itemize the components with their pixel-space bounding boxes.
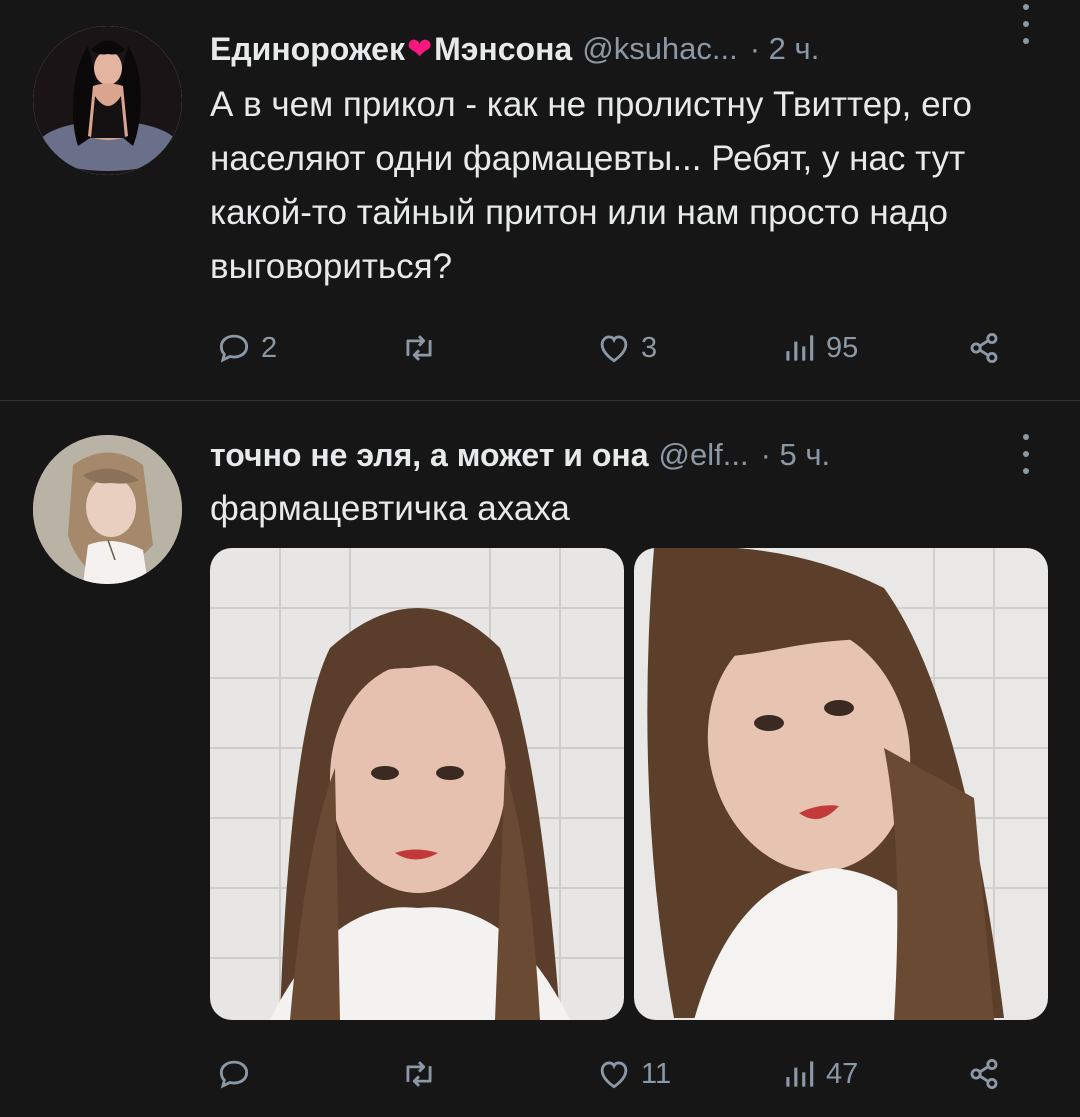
retweet-button[interactable] [400, 1054, 446, 1094]
tweet-text: А в чем прикол - как не пролистну Твитте… [210, 85, 973, 286]
views-button[interactable]: 95 [780, 328, 858, 368]
like-button[interactable]: 11 [595, 1054, 671, 1094]
author-avatar[interactable] [33, 26, 182, 175]
photo-image [634, 548, 1048, 1020]
retweet-icon [406, 1061, 432, 1087]
views-icon [786, 335, 814, 361]
tweet-2[interactable]: точно не эля, а может и она @elf... · 5 … [0, 402, 1080, 1117]
avatar-image [33, 26, 182, 175]
views-icon [786, 1061, 814, 1087]
tweet-divider [0, 400, 1080, 401]
tweet-header: точно не эля, а может и она @elf... · 5 … [210, 430, 1040, 480]
reply-button[interactable]: 2 [215, 328, 277, 368]
share-button[interactable] [965, 328, 1003, 368]
retweet-button[interactable] [400, 328, 446, 368]
photo-image [210, 548, 624, 1020]
author-name-suffix[interactable]: Мэнсона [434, 31, 572, 68]
tweet-time[interactable]: · 2 ч. [750, 31, 820, 67]
author-avatar[interactable] [33, 435, 182, 584]
tweet-1[interactable]: Единорожек ❤ Мэнсона @ksuhac... · 2 ч. А… [0, 0, 1080, 400]
author-name[interactable]: Единорожек [210, 31, 405, 68]
share-icon [970, 332, 998, 364]
tweet-header: Единорожек ❤ Мэнсона @ksuhac... · 2 ч. [210, 24, 1040, 74]
author-handle[interactable]: @ksuhac... [582, 31, 738, 67]
like-button[interactable]: 3 [595, 328, 657, 368]
like-count: 11 [641, 1057, 672, 1090]
heart-icon [600, 1061, 628, 1089]
tweet-photo-1[interactable] [210, 548, 624, 1020]
avatar-image [33, 435, 182, 584]
views-count: 95 [826, 331, 859, 364]
tweet-photo-2[interactable] [634, 548, 1048, 1020]
reply-button[interactable] [215, 1054, 261, 1094]
tweet-time[interactable]: · 5 ч. [761, 437, 831, 473]
tweet-actions: 11 47 [210, 1054, 1010, 1094]
tweet-text: фармацевтичка ахаха [210, 489, 570, 528]
views-count: 47 [826, 1057, 859, 1090]
reply-icon [219, 334, 249, 363]
more-vertical-icon[interactable] [1016, 434, 1036, 474]
like-count: 3 [641, 331, 658, 364]
views-button[interactable]: 47 [780, 1054, 858, 1094]
more-vertical-icon[interactable] [1016, 4, 1036, 44]
share-icon [970, 1058, 998, 1090]
share-button[interactable] [965, 1054, 1003, 1094]
tweet-actions: 2 3 95 [210, 328, 1010, 368]
author-name[interactable]: точно не эля, а может и она [210, 437, 649, 474]
retweet-icon [406, 335, 432, 361]
mending-heart-icon: ❤ [406, 32, 433, 66]
reply-count: 2 [261, 331, 278, 364]
author-handle[interactable]: @elf... [659, 437, 749, 473]
reply-icon [219, 1060, 249, 1089]
heart-icon [600, 335, 628, 363]
